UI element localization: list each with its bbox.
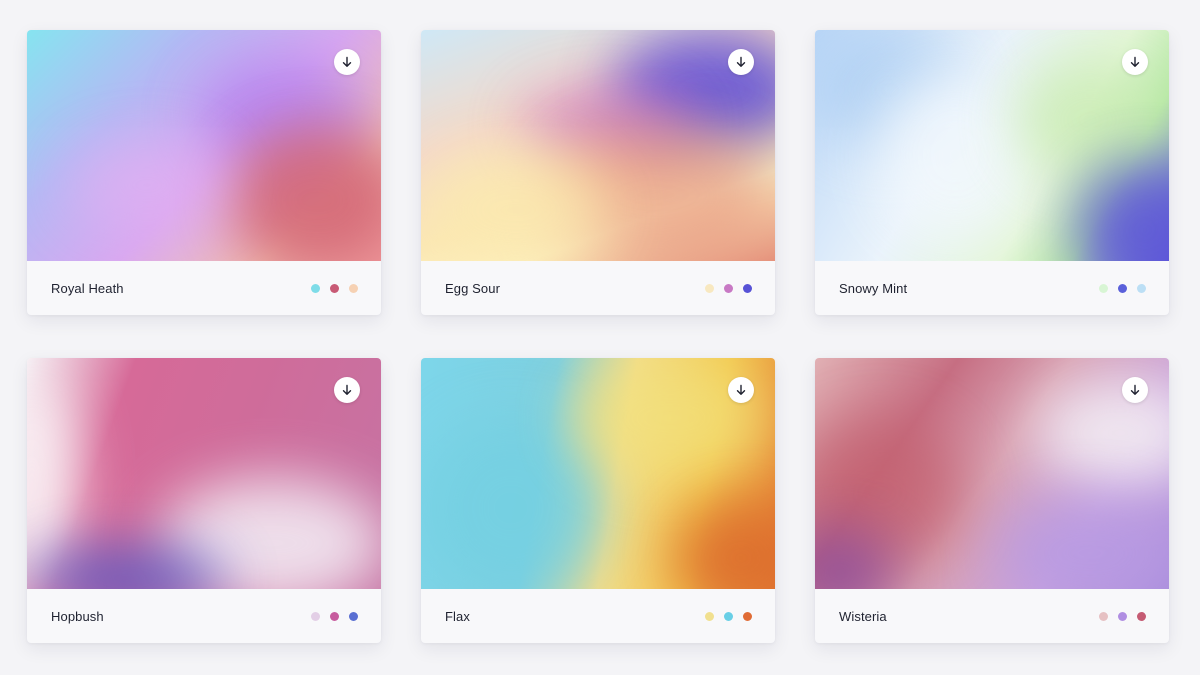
color-swatch[interactable]: [330, 611, 339, 621]
gradient-card[interactable]: Snowy Mint: [815, 30, 1169, 315]
color-swatches: [311, 611, 358, 621]
card-footer: Egg Sour: [421, 261, 775, 315]
gradient-card[interactable]: Royal Heath: [27, 30, 381, 315]
color-swatch[interactable]: [705, 611, 714, 621]
color-swatches: [705, 611, 752, 621]
gradient-name: Hopbush: [51, 608, 104, 624]
color-swatch[interactable]: [743, 283, 752, 293]
card-footer: Royal Heath: [27, 261, 381, 315]
card-footer: Hopbush: [27, 589, 381, 643]
color-swatch[interactable]: [1099, 283, 1108, 293]
arrow-down-icon: [341, 56, 353, 68]
download-button[interactable]: [728, 49, 754, 75]
download-button[interactable]: [1122, 377, 1148, 403]
color-swatches: [1099, 611, 1146, 621]
arrow-down-icon: [1129, 384, 1141, 396]
color-swatch[interactable]: [705, 283, 714, 293]
gradient-preview[interactable]: [27, 358, 381, 589]
gradient-preview[interactable]: [815, 358, 1169, 589]
color-swatch[interactable]: [1137, 283, 1146, 293]
gradient-preview[interactable]: [815, 30, 1169, 261]
color-swatch[interactable]: [724, 611, 733, 621]
gradient-card[interactable]: Hopbush: [27, 358, 381, 643]
gradient-preview[interactable]: [27, 30, 381, 261]
arrow-down-icon: [735, 56, 747, 68]
color-swatch[interactable]: [743, 611, 752, 621]
color-swatch[interactable]: [1118, 283, 1127, 293]
arrow-down-icon: [1129, 56, 1141, 68]
arrow-down-icon: [341, 384, 353, 396]
color-swatch[interactable]: [311, 611, 320, 621]
color-swatch[interactable]: [724, 283, 733, 293]
gradient-preview[interactable]: [421, 358, 775, 589]
card-footer: Wisteria: [815, 589, 1169, 643]
color-swatch[interactable]: [1118, 611, 1127, 621]
color-swatches: [311, 283, 358, 293]
color-swatch[interactable]: [349, 611, 358, 621]
color-swatch[interactable]: [311, 283, 320, 293]
gradient-name: Flax: [445, 608, 470, 624]
gradient-card[interactable]: Wisteria: [815, 358, 1169, 643]
gradient-name: Snowy Mint: [839, 280, 908, 296]
gradient-gallery: Royal Heath Egg Sour Snowy Mint Hopbush …: [0, 0, 1200, 675]
color-swatches: [705, 283, 752, 293]
gradient-name: Wisteria: [839, 608, 887, 624]
color-swatch[interactable]: [349, 283, 358, 293]
download-button[interactable]: [334, 377, 360, 403]
arrow-down-icon: [735, 384, 747, 396]
download-button[interactable]: [728, 377, 754, 403]
download-button[interactable]: [334, 49, 360, 75]
color-swatch[interactable]: [1137, 611, 1146, 621]
gradient-card[interactable]: Flax: [421, 358, 775, 643]
gradient-name: Royal Heath: [51, 280, 124, 296]
gradient-card[interactable]: Egg Sour: [421, 30, 775, 315]
gradient-preview[interactable]: [421, 30, 775, 261]
download-button[interactable]: [1122, 49, 1148, 75]
color-swatches: [1099, 283, 1146, 293]
color-swatch[interactable]: [1099, 611, 1108, 621]
card-footer: Flax: [421, 589, 775, 643]
card-footer: Snowy Mint: [815, 261, 1169, 315]
color-swatch[interactable]: [330, 283, 339, 293]
gradient-name: Egg Sour: [445, 280, 501, 296]
